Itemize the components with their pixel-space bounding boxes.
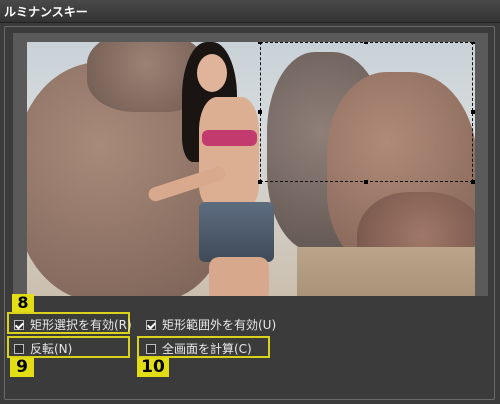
- selection-handle[interactable]: [258, 42, 262, 44]
- window-title: ルミナンスキー: [4, 5, 88, 19]
- selection-handle[interactable]: [258, 180, 262, 184]
- invert-checkbox[interactable]: 反転(N): [14, 340, 72, 357]
- selection-handle[interactable]: [471, 42, 475, 44]
- outside-rect-checkbox[interactable]: 矩形範囲外を有効(U): [146, 316, 276, 333]
- person-face: [197, 54, 227, 92]
- image-preview[interactable]: [27, 42, 475, 296]
- person-legs: [209, 257, 269, 296]
- checkbox-unchecked-icon[interactable]: [14, 343, 24, 354]
- person-top: [202, 130, 257, 146]
- checkbox-unchecked-icon[interactable]: [146, 343, 156, 354]
- title-bar: ルミナンスキー: [0, 0, 500, 23]
- selection-handle[interactable]: [364, 180, 368, 184]
- callout-badge-9: 9: [10, 357, 34, 377]
- selection-handle[interactable]: [471, 180, 475, 184]
- selection-handle[interactable]: [364, 42, 368, 44]
- callout-badge-10: 10: [137, 357, 169, 377]
- outside-rect-label: 矩形範囲外を有効(U): [162, 318, 277, 332]
- person-body: [199, 97, 259, 207]
- full-calc-label: 全画面を計算(C): [162, 342, 252, 356]
- invert-label: 反転(N): [30, 342, 73, 356]
- rect-select-label: 矩形選択を有効(R): [30, 318, 132, 332]
- selection-handle[interactable]: [258, 110, 262, 114]
- sand: [297, 247, 475, 296]
- rect-select-checkbox[interactable]: 矩形選択を有効(R): [14, 316, 132, 333]
- person-shorts: [199, 202, 274, 262]
- callout-badge-8: 8: [12, 294, 34, 312]
- selection-rectangle[interactable]: [260, 42, 473, 182]
- full-calc-checkbox[interactable]: 全画面を計算(C): [146, 340, 252, 357]
- selection-handle[interactable]: [471, 110, 475, 114]
- checkbox-checked-icon[interactable]: [14, 319, 24, 330]
- checkbox-checked-icon[interactable]: [146, 319, 156, 330]
